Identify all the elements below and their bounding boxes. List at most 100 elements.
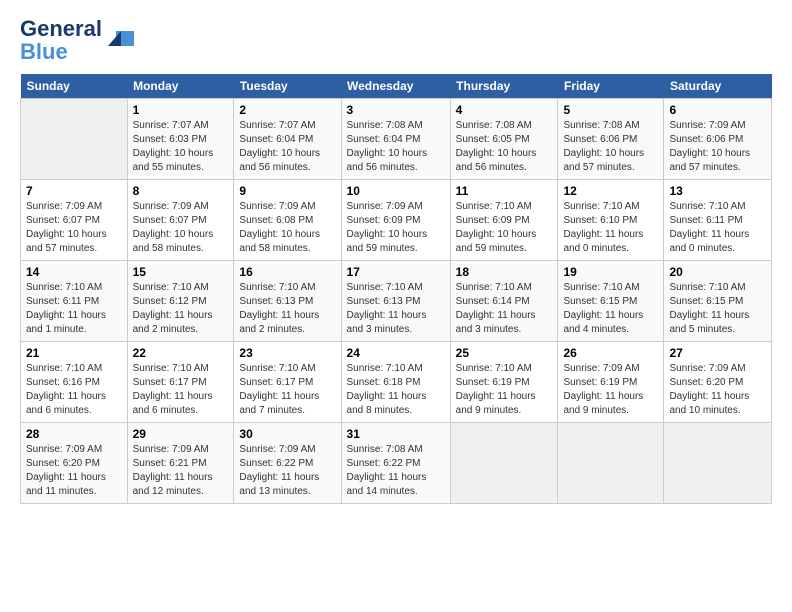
week-row-1: 1 Sunrise: 7:07 AMSunset: 6:03 PMDaylight…: [21, 99, 772, 180]
calendar-cell: 21Sunrise: 7:10 AMSunset: 6:16 PMDayligh…: [21, 342, 128, 423]
day-number: 30: [239, 427, 335, 441]
day-number: 26: [563, 346, 658, 360]
day-info: Sunrise: 7:10 AMSunset: 6:10 PMDaylight:…: [563, 200, 658, 256]
day-number: 20: [669, 265, 766, 279]
calendar-cell: 29 Sunrise: 7:09 AMSunset: 6:21 PMDayligh…: [127, 423, 234, 504]
calendar-cell: 30Sunrise: 7:09 AMSunset: 6:22 PMDayligh…: [234, 423, 341, 504]
calendar-cell: 4Sunrise: 7:08 AMSunset: 6:05 PMDaylight…: [450, 99, 558, 180]
day-info: Sunrise: 7:09 AMSunset: 6:21 PMDaylight:…: [133, 443, 229, 499]
calendar-cell: 7 Sunrise: 7:09 AMSunset: 6:07 PMDaylight…: [21, 180, 128, 261]
day-info: Sunrise: 7:10 AMSunset: 6:16 PMDaylight:…: [26, 362, 122, 418]
calendar-cell: 1 Sunrise: 7:07 AMSunset: 6:03 PMDaylight…: [127, 99, 234, 180]
calendar-cell: 24 Sunrise: 7:10 AMSunset: 6:18 PMDayligh…: [341, 342, 450, 423]
day-number: 8: [133, 184, 229, 198]
page: General Blue SundayMondayTuesdayWednesda…: [0, 0, 792, 514]
calendar-cell: 3 Sunrise: 7:08 AMSunset: 6:04 PMDaylight…: [341, 99, 450, 180]
logo-icon: [106, 26, 136, 56]
day-info: Sunrise: 7:09 AMSunset: 6:07 PMDaylight:…: [26, 200, 122, 256]
day-info: Sunrise: 7:07 AMSunset: 6:03 PMDaylight:…: [133, 119, 229, 175]
day-header-sunday: Sunday: [21, 74, 128, 99]
day-number: 25: [456, 346, 553, 360]
logo: General Blue: [20, 18, 136, 64]
day-number: 31: [347, 427, 445, 441]
calendar-cell: 25 Sunrise: 7:10 AMSunset: 6:19 PMDayligh…: [450, 342, 558, 423]
day-number: 3: [347, 103, 445, 117]
day-info: Sunrise: 7:10 AMSunset: 6:17 PMDaylight:…: [239, 362, 335, 418]
day-number: 17: [347, 265, 445, 279]
calendar-cell: 8 Sunrise: 7:09 AMSunset: 6:07 PMDaylight…: [127, 180, 234, 261]
day-header-friday: Friday: [558, 74, 664, 99]
day-number: 15: [133, 265, 229, 279]
day-number: 22: [133, 346, 229, 360]
day-number: 28: [26, 427, 122, 441]
calendar-cell: 26 Sunrise: 7:09 AMSunset: 6:19 PMDayligh…: [558, 342, 664, 423]
day-number: 11: [456, 184, 553, 198]
logo-text: General: [20, 16, 102, 41]
day-info: Sunrise: 7:08 AMSunset: 6:05 PMDaylight:…: [456, 119, 553, 175]
calendar-cell: 16 Sunrise: 7:10 AMSunset: 6:13 PMDayligh…: [234, 261, 341, 342]
calendar-cell: 22 Sunrise: 7:10 AMSunset: 6:17 PMDayligh…: [127, 342, 234, 423]
day-number: 19: [563, 265, 658, 279]
day-info: Sunrise: 7:10 AMSunset: 6:19 PMDaylight:…: [456, 362, 553, 418]
day-number: 27: [669, 346, 766, 360]
day-number: 29: [133, 427, 229, 441]
day-info: Sunrise: 7:10 AMSunset: 6:14 PMDaylight:…: [456, 281, 553, 337]
day-header-thursday: Thursday: [450, 74, 558, 99]
day-info: Sunrise: 7:10 AMSunset: 6:15 PMDaylight:…: [563, 281, 658, 337]
calendar-cell: 5 Sunrise: 7:08 AMSunset: 6:06 PMDaylight…: [558, 99, 664, 180]
calendar-cell: 12 Sunrise: 7:10 AMSunset: 6:10 PMDayligh…: [558, 180, 664, 261]
day-number: 12: [563, 184, 658, 198]
day-info: Sunrise: 7:10 AMSunset: 6:13 PMDaylight:…: [347, 281, 445, 337]
calendar-cell: 18 Sunrise: 7:10 AMSunset: 6:14 PMDayligh…: [450, 261, 558, 342]
calendar-cell: 27 Sunrise: 7:09 AMSunset: 6:20 PMDayligh…: [664, 342, 772, 423]
calendar-cell: 19 Sunrise: 7:10 AMSunset: 6:15 PMDayligh…: [558, 261, 664, 342]
calendar-cell: 17 Sunrise: 7:10 AMSunset: 6:13 PMDayligh…: [341, 261, 450, 342]
day-number: 18: [456, 265, 553, 279]
day-number: 6: [669, 103, 766, 117]
calendar-cell: 6 Sunrise: 7:09 AMSunset: 6:06 PMDaylight…: [664, 99, 772, 180]
day-number: 24: [347, 346, 445, 360]
calendar-cell: 14 Sunrise: 7:10 AMSunset: 6:11 PMDayligh…: [21, 261, 128, 342]
day-number: 13: [669, 184, 766, 198]
day-number: 23: [239, 346, 335, 360]
day-info: Sunrise: 7:10 AMSunset: 6:13 PMDaylight:…: [239, 281, 335, 337]
logo-text-blue: Blue: [20, 39, 68, 64]
header-row: SundayMondayTuesdayWednesdayThursdayFrid…: [21, 74, 772, 99]
day-number: 5: [563, 103, 658, 117]
day-info: Sunrise: 7:09 AMSunset: 6:06 PMDaylight:…: [669, 119, 766, 175]
calendar-cell: 28Sunrise: 7:09 AMSunset: 6:20 PMDayligh…: [21, 423, 128, 504]
day-number: 9: [239, 184, 335, 198]
day-info: Sunrise: 7:10 AMSunset: 6:11 PMDaylight:…: [26, 281, 122, 337]
day-info: Sunrise: 7:10 AMSunset: 6:09 PMDaylight:…: [456, 200, 553, 256]
day-info: Sunrise: 7:09 AMSunset: 6:08 PMDaylight:…: [239, 200, 335, 256]
day-info: Sunrise: 7:09 AMSunset: 6:09 PMDaylight:…: [347, 200, 445, 256]
day-number: 1: [133, 103, 229, 117]
calendar-cell: 31Sunrise: 7:08 AMSunset: 6:22 PMDayligh…: [341, 423, 450, 504]
calendar-cell: 15 Sunrise: 7:10 AMSunset: 6:12 PMDayligh…: [127, 261, 234, 342]
header: General Blue: [20, 18, 772, 64]
day-info: Sunrise: 7:08 AMSunset: 6:04 PMDaylight:…: [347, 119, 445, 175]
week-row-4: 21Sunrise: 7:10 AMSunset: 6:16 PMDayligh…: [21, 342, 772, 423]
day-info: Sunrise: 7:08 AMSunset: 6:06 PMDaylight:…: [563, 119, 658, 175]
week-row-3: 14 Sunrise: 7:10 AMSunset: 6:11 PMDayligh…: [21, 261, 772, 342]
day-number: 2: [239, 103, 335, 117]
day-info: Sunrise: 7:10 AMSunset: 6:18 PMDaylight:…: [347, 362, 445, 418]
day-number: 14: [26, 265, 122, 279]
day-info: Sunrise: 7:09 AMSunset: 6:20 PMDaylight:…: [669, 362, 766, 418]
day-header-wednesday: Wednesday: [341, 74, 450, 99]
day-number: 7: [26, 184, 122, 198]
calendar-cell: 13 Sunrise: 7:10 AMSunset: 6:11 PMDayligh…: [664, 180, 772, 261]
day-info: Sunrise: 7:10 AMSunset: 6:11 PMDaylight:…: [669, 200, 766, 256]
calendar-cell: 23 Sunrise: 7:10 AMSunset: 6:17 PMDayligh…: [234, 342, 341, 423]
day-info: Sunrise: 7:10 AMSunset: 6:17 PMDaylight:…: [133, 362, 229, 418]
day-info: Sunrise: 7:09 AMSunset: 6:07 PMDaylight:…: [133, 200, 229, 256]
day-number: 10: [347, 184, 445, 198]
calendar-cell: 2 Sunrise: 7:07 AMSunset: 6:04 PMDaylight…: [234, 99, 341, 180]
day-number: 16: [239, 265, 335, 279]
day-info: Sunrise: 7:09 AMSunset: 6:19 PMDaylight:…: [563, 362, 658, 418]
day-info: Sunrise: 7:07 AMSunset: 6:04 PMDaylight:…: [239, 119, 335, 175]
calendar-cell: 20Sunrise: 7:10 AMSunset: 6:15 PMDayligh…: [664, 261, 772, 342]
day-header-monday: Monday: [127, 74, 234, 99]
week-row-2: 7 Sunrise: 7:09 AMSunset: 6:07 PMDaylight…: [21, 180, 772, 261]
day-info: Sunrise: 7:10 AMSunset: 6:12 PMDaylight:…: [133, 281, 229, 337]
